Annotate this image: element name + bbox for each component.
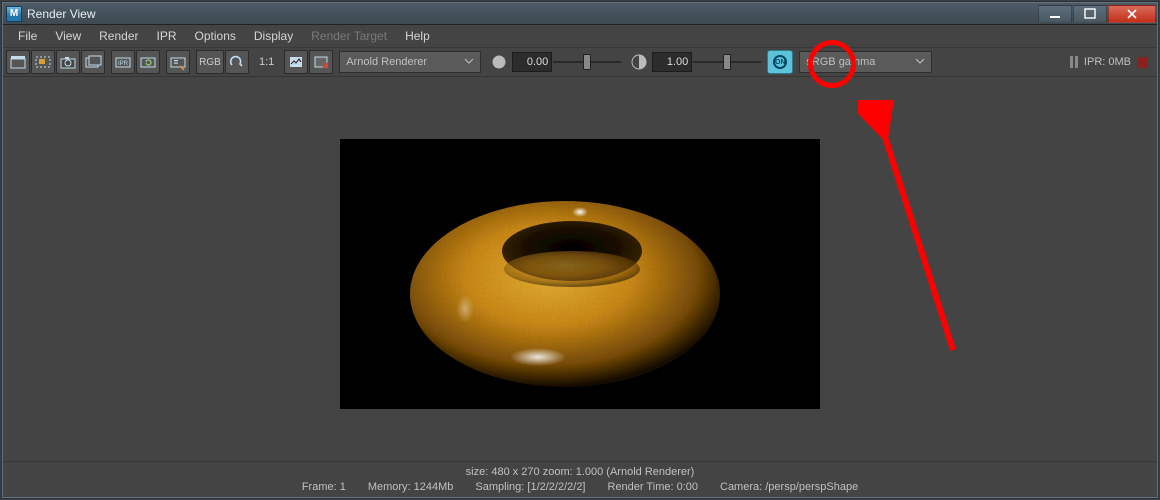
keep-image-button[interactable] xyxy=(284,50,308,74)
renderer-value: Arnold Renderer xyxy=(346,56,427,68)
exposure-icon xyxy=(487,50,511,74)
titlebar: M Render View xyxy=(3,3,1157,25)
statusbar: size: 480 x 270 zoom: 1.000 (Arnold Rend… xyxy=(3,461,1157,497)
view-transform-value: sRGB gamma xyxy=(806,56,875,68)
ipr-pause-button[interactable] xyxy=(1070,56,1078,68)
svg-text:IPR: IPR xyxy=(118,61,129,67)
zoom-ratio-label: 1:1 xyxy=(255,56,278,68)
chevron-down-icon xyxy=(464,56,474,69)
menu-file[interactable]: File xyxy=(9,26,46,46)
maximize-button[interactable] xyxy=(1073,5,1107,23)
rgb-channel-button[interactable]: RGB xyxy=(196,50,224,74)
ipr-stop-button[interactable] xyxy=(1137,57,1148,68)
status-camera: Camera: /persp/perspShape xyxy=(720,481,858,493)
menu-render-target: Render Target xyxy=(302,26,396,46)
status-memory: Memory: 1244Mb xyxy=(368,481,454,493)
menubar: File View Render IPR Options Display Ren… xyxy=(3,25,1157,47)
renderer-dropdown[interactable]: Arnold Renderer xyxy=(339,51,481,73)
alpha-channel-button[interactable] xyxy=(225,50,249,74)
render-settings-button[interactable] xyxy=(166,50,190,74)
toolbar: IPR RGB 1:1 Arn xyxy=(3,47,1157,77)
menu-display[interactable]: Display xyxy=(245,26,302,46)
exposure-slider[interactable] xyxy=(553,52,621,72)
refresh-ipr-button[interactable] xyxy=(136,50,160,74)
render-sequence-button[interactable] xyxy=(81,50,105,74)
view-transform-dropdown[interactable]: sRGB gamma xyxy=(799,51,932,73)
minimize-button[interactable] xyxy=(1038,5,1072,23)
status-sampling: Sampling: [1/2/2/2/2/2] xyxy=(475,481,585,493)
close-button[interactable] xyxy=(1108,5,1156,23)
render-region-button[interactable] xyxy=(31,50,55,74)
gamma-slider[interactable] xyxy=(693,52,761,72)
status-line1: size: 480 x 270 zoom: 1.000 (Arnold Rend… xyxy=(466,466,695,478)
maya-app-icon: M xyxy=(6,6,22,22)
menu-render[interactable]: Render xyxy=(90,26,147,46)
rendered-image xyxy=(340,139,820,409)
gamma-field[interactable]: 1.00 xyxy=(652,52,692,72)
ipr-render-button[interactable]: IPR xyxy=(111,50,135,74)
exposure-field[interactable]: 0.00 xyxy=(512,52,552,72)
window-title: Render View xyxy=(27,7,95,21)
color-management-toggle[interactable]: ON xyxy=(767,50,793,74)
redo-previous-render-button[interactable] xyxy=(6,50,30,74)
menu-help[interactable]: Help xyxy=(396,26,439,46)
status-rendertime: Render Time: 0:00 xyxy=(608,481,699,493)
status-frame: Frame: 1 xyxy=(302,481,346,493)
menu-options[interactable]: Options xyxy=(186,26,245,46)
chevron-down-icon xyxy=(915,56,925,69)
render-canvas[interactable] xyxy=(3,77,1157,461)
menu-view[interactable]: View xyxy=(46,26,90,46)
ipr-memory-label: IPR: 0MB xyxy=(1084,56,1131,68)
annotation-arrow xyxy=(858,100,968,360)
remove-image-button[interactable] xyxy=(309,50,333,74)
snapshot-button[interactable] xyxy=(56,50,80,74)
contrast-icon xyxy=(627,50,651,74)
menu-ipr[interactable]: IPR xyxy=(148,26,186,46)
